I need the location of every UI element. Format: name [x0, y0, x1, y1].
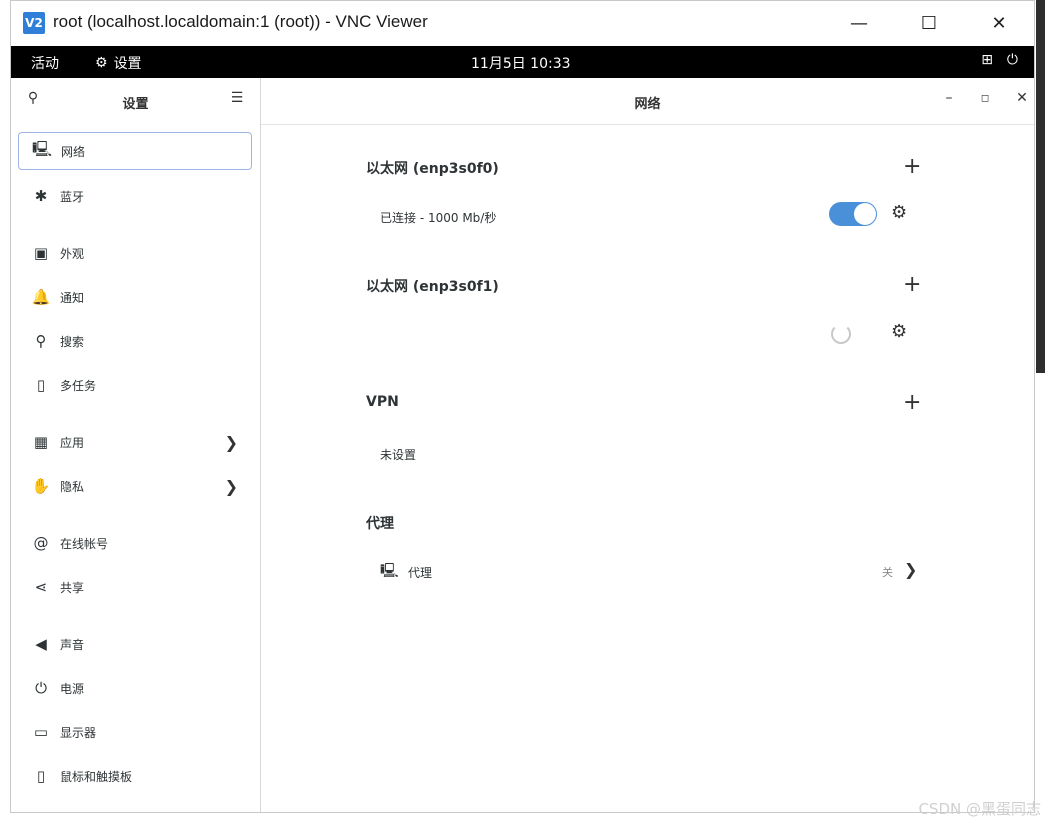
mouse-icon: ▯	[36, 767, 46, 785]
sidebar-item-apps[interactable]: ▦ 应用 ❯	[18, 423, 252, 461]
background-fragment	[1036, 0, 1045, 373]
power-icon: ⏻	[1006, 52, 1018, 68]
sidebar-item-privacy[interactable]: ✋ 隐私 ❯	[18, 467, 252, 505]
sidebar-item-label: 蓝牙	[60, 189, 85, 204]
ethernet0-settings-gear-icon[interactable]: ⚙	[891, 202, 907, 223]
sidebar-item-label: 电源	[60, 681, 85, 696]
power-plug-icon: ⏻	[35, 679, 47, 697]
appearance-icon: ▣	[33, 244, 49, 262]
network-panel: 以太网 (enp3s0f0) + 已连接 - 1000 Mb/秒 ⚙ 以太网 (…	[261, 124, 1034, 812]
sidebar-item-search[interactable]: ⚲ 搜索	[18, 322, 252, 360]
window-title: root (localhost.localdomain:1 (root)) - …	[53, 12, 428, 31]
sidebar-item-bluetooth[interactable]: ✱ 蓝牙	[18, 177, 252, 215]
watermark: CSDN @黑蛋同志	[918, 800, 1041, 818]
network-icon: 🖳	[31, 139, 52, 158]
gear-icon: ⚙	[95, 55, 108, 71]
sidebar: 🖳 网络 ✱ 蓝牙 ▣ 外观 🔔 通知 ⚲ 搜索 ▯ 多任务 ▦ 应用 ❯ ✋ …	[11, 124, 261, 812]
clock[interactable]: 11月5日 10:33	[471, 53, 571, 73]
toggle-knob	[854, 203, 876, 225]
sidebar-header: ⚲ 设置 ☰	[11, 78, 261, 125]
add-ethernet0-button[interactable]: +	[903, 156, 921, 178]
bell-icon: 🔔	[31, 288, 51, 306]
at-icon: @	[33, 534, 49, 552]
proxy-title: 代理	[366, 516, 394, 532]
vnc-logo-icon: V2	[23, 12, 45, 34]
speaker-icon: ◀	[35, 635, 47, 653]
app-menu[interactable]: ⚙ 设置	[95, 53, 142, 73]
vpn-title: VPN	[366, 394, 399, 410]
sidebar-item-label: 在线帐号	[60, 536, 109, 551]
ethernet0-toggle[interactable]	[829, 202, 877, 226]
add-ethernet1-button[interactable]: +	[903, 274, 921, 296]
settings-window: ⚲ 设置 ☰ 网络 – ◻ ✕ 🖳 网络 ✱ 蓝牙 ▣ 外观 🔔 通知 ⚲ 搜索…	[11, 78, 1034, 812]
chevron-right-icon: ❯	[224, 433, 238, 452]
ethernet0-status: 已连接 - 1000 Mb/秒	[380, 211, 497, 225]
proxy-row[interactable]: 🖳 代理 关 ❯	[380, 560, 920, 582]
ethernet0-title: 以太网 (enp3s0f0)	[366, 161, 499, 177]
activities-button[interactable]: 活动	[31, 53, 59, 73]
sidebar-item-label: 外观	[60, 246, 85, 261]
sidebar-title: 设置	[122, 97, 149, 112]
multitask-icon: ▯	[36, 376, 46, 394]
minimize-button[interactable]: —	[837, 7, 881, 39]
sidebar-item-notifications[interactable]: 🔔 通知	[18, 278, 252, 316]
close-icon[interactable]: ✕	[1012, 90, 1032, 106]
sidebar-item-label: 网络	[61, 144, 86, 159]
chevron-right-icon: ❯	[904, 560, 918, 579]
proxy-label: 代理	[408, 566, 433, 580]
sidebar-item-displays[interactable]: ▭ 显示器	[18, 713, 252, 751]
system-menu[interactable]: ⊞ ⏻	[981, 52, 1018, 68]
minimize-icon[interactable]: –	[939, 90, 959, 106]
sidebar-item-label: 通知	[60, 290, 85, 305]
proxy-icon: 🖳	[380, 563, 399, 579]
sidebar-item-label: 隐私	[60, 479, 85, 494]
sidebar-item-sound[interactable]: ◀ 声音	[18, 625, 252, 663]
page-title: 网络	[634, 97, 661, 112]
display-icon: ▭	[33, 723, 49, 741]
ethernet1-settings-gear-icon[interactable]: ⚙	[891, 321, 907, 342]
chevron-right-icon: ❯	[224, 477, 238, 496]
network-wired-icon: ⊞	[981, 52, 993, 68]
sidebar-item-label: 共享	[60, 580, 85, 595]
vnc-window: V2 root (localhost.localdomain:1 (root))…	[10, 0, 1035, 813]
proxy-value: 关	[882, 566, 893, 579]
sidebar-item-power[interactable]: ⏻ 电源	[18, 669, 252, 707]
maximize-button[interactable]: ☐	[907, 7, 951, 39]
sidebar-item-label: 显示器	[60, 725, 97, 740]
app-menu-label: 设置	[113, 56, 142, 72]
apps-icon: ▦	[33, 433, 49, 451]
sidebar-item-label: 声音	[60, 637, 85, 652]
sidebar-item-multitasking[interactable]: ▯ 多任务	[18, 366, 252, 404]
sidebar-item-label: 应用	[60, 435, 85, 450]
sidebar-item-label: 多任务	[60, 378, 97, 393]
add-vpn-button[interactable]: +	[903, 392, 921, 414]
share-icon: ⋖	[34, 578, 48, 596]
hand-icon: ✋	[31, 477, 51, 495]
loading-spinner	[831, 324, 851, 344]
sidebar-item-appearance[interactable]: ▣ 外观	[18, 234, 252, 272]
sidebar-item-online-accounts[interactable]: @ 在线帐号	[18, 524, 252, 562]
ethernet1-title: 以太网 (enp3s0f1)	[366, 279, 499, 295]
hamburger-menu-icon[interactable]: ☰	[227, 90, 247, 106]
search-icon: ⚲	[35, 332, 47, 350]
vpn-status: 未设置	[380, 448, 417, 462]
sidebar-item-network[interactable]: 🖳 网络	[18, 132, 252, 170]
main-header: 网络 – ◻ ✕	[261, 78, 1034, 125]
sidebar-item-label: 搜索	[60, 334, 85, 349]
maximize-icon[interactable]: ◻	[975, 93, 995, 104]
sidebar-item-mouse[interactable]: ▯ 鼠标和触摸板	[18, 757, 252, 795]
close-button[interactable]: ✕	[977, 7, 1021, 39]
sidebar-item-label: 鼠标和触摸板	[60, 769, 133, 784]
gnome-top-bar: 活动 ⚙ 设置 11月5日 10:33 ⊞ ⏻	[11, 46, 1034, 78]
sidebar-item-sharing[interactable]: ⋖ 共享	[18, 568, 252, 606]
bluetooth-icon: ✱	[34, 187, 48, 205]
